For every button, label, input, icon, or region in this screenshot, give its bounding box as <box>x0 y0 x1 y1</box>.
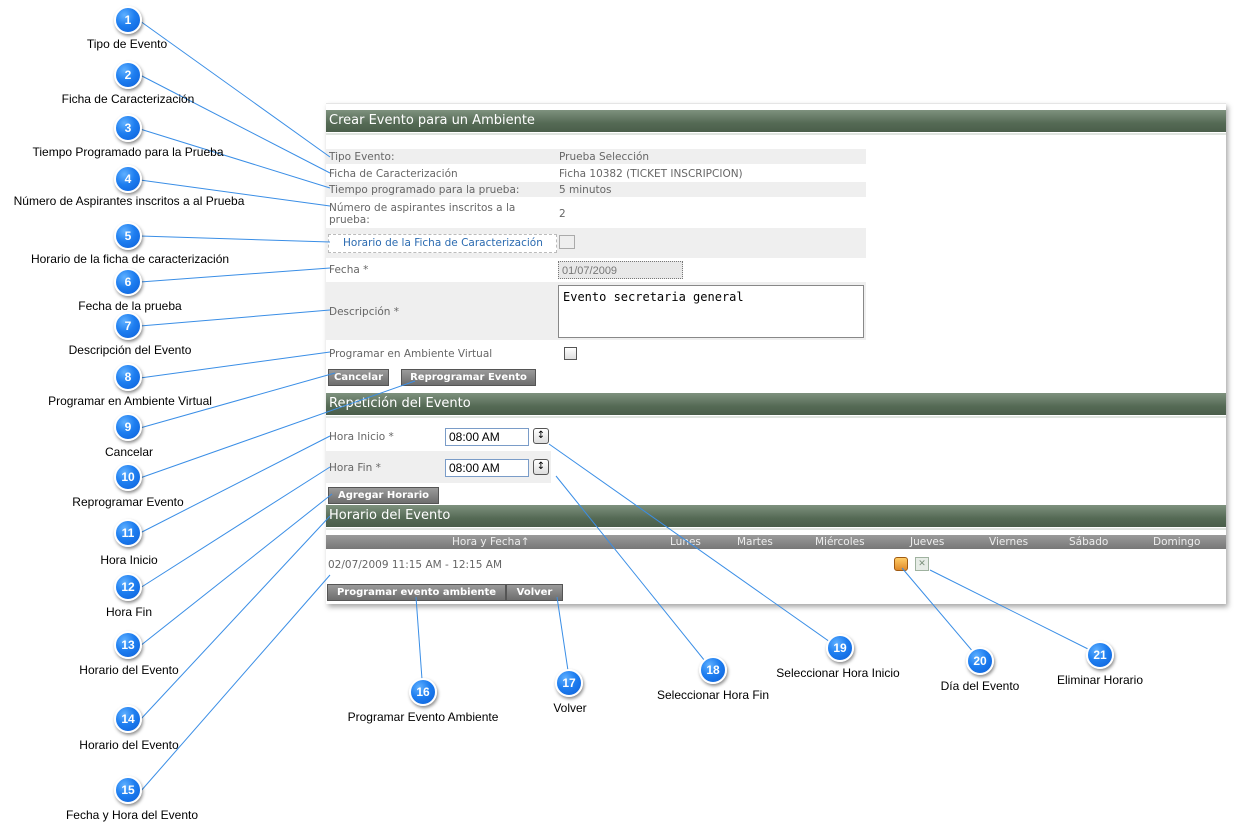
tipo-evento-label: Tipo Evento: <box>329 151 395 163</box>
repeticion-title: Repetición del Evento <box>326 393 1226 418</box>
callout-badge: 13 <box>114 631 142 659</box>
col-hora-fecha[interactable]: Hora y Fecha↑ <box>452 536 530 548</box>
callout-caption: Fecha y Hora del Evento <box>65 808 199 822</box>
callout-caption: Programar Evento Ambiente <box>347 710 499 724</box>
descripcion-label: Descripción * <box>329 306 400 318</box>
back-button[interactable]: Volver <box>506 584 563 601</box>
ficha-value: Ficha 10382 (TICKET INSCRIPCION) <box>559 168 743 180</box>
col-domingo: Domingo <box>1153 536 1201 548</box>
callout-badge: 2 <box>114 61 142 89</box>
create-event-panel: Crear Evento para un Ambiente Tipo Event… <box>326 103 1226 604</box>
callout-badge: 10 <box>114 463 142 491</box>
callout-badge: 1 <box>114 6 142 34</box>
aspirantes-label: Número de aspirantes inscritos a la <box>329 202 516 214</box>
hora-inicio-spinner-icon[interactable]: ↕ <box>533 428 549 444</box>
reprogram-button[interactable]: Reprogramar Evento <box>401 369 536 386</box>
callout-badge: 11 <box>114 519 142 547</box>
callout-badge: 5 <box>114 222 142 250</box>
callout-badge: 15 <box>114 776 142 804</box>
aspirantes-label-cont: prueba: <box>329 214 370 226</box>
virtual-label: Programar en Ambiente Virtual <box>329 348 493 360</box>
calendar-day-icon[interactable] <box>894 557 908 571</box>
callout-badge: 17 <box>555 669 583 697</box>
tipo-evento-value: Prueba Selección <box>559 151 650 163</box>
callout-caption: Número de Aspirantes inscritos a al Prue… <box>13 194 245 208</box>
callout-badge: 14 <box>114 705 142 733</box>
col-martes: Martes <box>737 536 773 548</box>
cancel-button[interactable]: Cancelar <box>328 369 389 386</box>
callout-badge: 16 <box>409 678 437 706</box>
col-lunes: Lunes <box>670 536 701 548</box>
fecha-label: Fecha * <box>329 264 369 276</box>
callout-caption: Eliminar Horario <box>1056 673 1144 687</box>
callout-caption: Fecha de la prueba <box>78 299 182 313</box>
callout-caption: Descripción del Evento <box>68 343 192 357</box>
delete-schedule-icon[interactable]: ✕ <box>915 557 929 571</box>
callout-caption: Horario del Evento <box>79 663 179 677</box>
schedule-view-icon[interactable] <box>559 235 575 249</box>
hora-fin-input[interactable]: 08:00 AM <box>445 459 529 477</box>
callout-badge: 6 <box>114 268 142 296</box>
virtual-checkbox[interactable] <box>564 347 577 360</box>
callout-caption: Horario del Evento <box>79 738 179 752</box>
add-schedule-button[interactable]: Agregar Horario <box>328 487 439 504</box>
program-ambient-button[interactable]: Programar evento ambiente <box>327 584 506 601</box>
horario-ficha-link[interactable]: Horario de la Ficha de Caracterización <box>343 237 543 249</box>
callout-caption: Día del Evento <box>940 679 1020 693</box>
callout-caption: Tipo de Evento <box>86 37 168 51</box>
callout-badge: 12 <box>114 573 142 601</box>
hora-inicio-label: Hora Inicio * <box>329 431 394 443</box>
col-miercoles: Miércoles <box>815 536 865 548</box>
col-jueves: Jueves <box>910 536 945 548</box>
panel-title: Crear Evento para un Ambiente <box>326 110 1226 135</box>
callout-caption: Reprogramar Evento <box>72 495 184 509</box>
hora-fin-spinner-icon[interactable]: ↕ <box>533 459 549 475</box>
descripcion-textarea[interactable]: Evento secretaria general <box>558 285 864 338</box>
callout-caption: Programar en Ambiente Virtual <box>48 394 212 408</box>
fecha-input[interactable]: 01/07/2009 <box>558 261 683 279</box>
horario-title: Horario del Evento <box>326 505 1226 530</box>
callout-badge: 20 <box>966 647 994 675</box>
horario-ficha-link-box[interactable]: Horario de la Ficha de Caracterización <box>328 234 557 253</box>
callout-badge: 4 <box>114 165 142 193</box>
callout-caption: Seleccionar Hora Inicio <box>776 666 900 680</box>
callout-caption: Seleccionar Hora Fin <box>656 688 770 702</box>
callout-caption: Hora Fin <box>105 605 153 619</box>
hora-fin-label: Hora Fin * <box>329 462 381 474</box>
tiempo-label: Tiempo programado para la prueba: <box>329 184 520 196</box>
row-datetime: 02/07/2009 11:15 AM - 12:15 AM <box>328 559 502 571</box>
col-sabado: Sábado <box>1069 536 1109 548</box>
callout-badge: 3 <box>114 114 142 142</box>
callout-caption: Volver <box>553 701 587 715</box>
callout-caption: Cancelar <box>104 445 154 459</box>
callout-badge: 9 <box>114 413 142 441</box>
hora-inicio-input[interactable]: 08:00 AM <box>445 428 529 446</box>
callout-caption: Ficha de Caracterización <box>61 92 195 106</box>
tiempo-value: 5 minutos <box>559 184 612 196</box>
aspirantes-value: 2 <box>559 208 566 220</box>
callout-badge: 7 <box>114 312 142 340</box>
callout-badge: 18 <box>699 656 727 684</box>
callout-badge: 19 <box>826 634 854 662</box>
ficha-label: Ficha de Caracterización <box>329 168 458 180</box>
callout-caption: Horario de la ficha de caracterización <box>30 252 230 266</box>
callout-badge: 8 <box>114 363 142 391</box>
callout-caption: Hora Inicio <box>100 553 158 567</box>
callout-caption: Tiempo Programado para la Prueba <box>32 145 224 159</box>
col-viernes: Viernes <box>989 536 1029 548</box>
callout-badge: 21 <box>1086 641 1114 669</box>
